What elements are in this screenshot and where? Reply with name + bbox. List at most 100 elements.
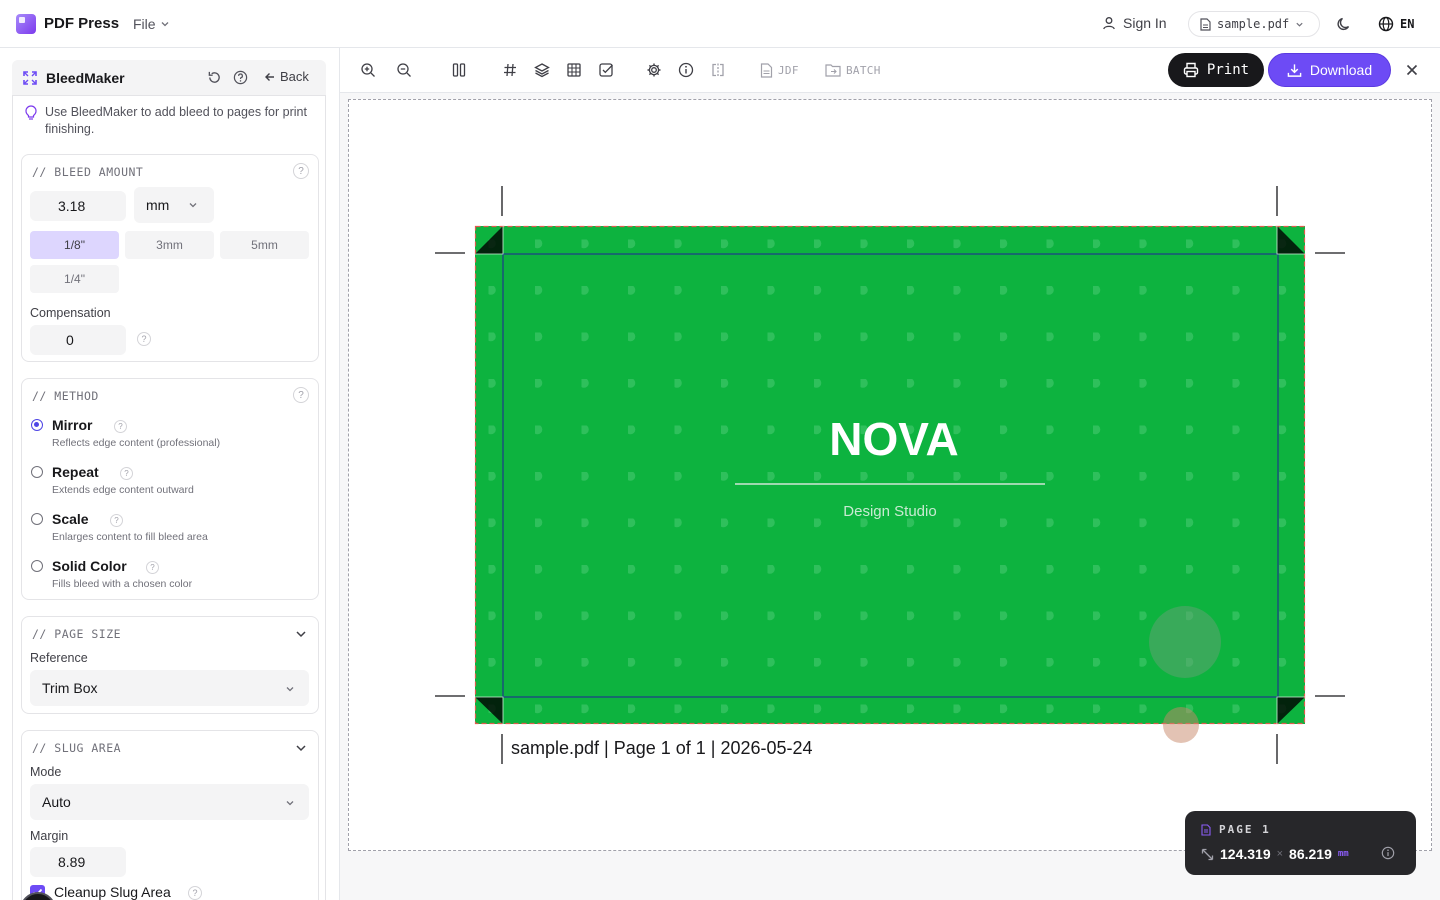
bleed-amount-input[interactable]: 3.18 [30,191,126,221]
help-icon[interactable]: ? [293,163,309,179]
print-label: Print [1206,62,1250,78]
reference-label: Reference [30,651,88,665]
app-logo-icon [16,14,36,34]
method-option-solid-color[interactable]: Solid Color ? Fills bleed with a chosen … [30,558,310,598]
preset-eighth-inch[interactable]: 1/8" [30,231,119,259]
checkbox-icon[interactable] [598,62,614,78]
back-label: Back [280,69,309,84]
compensation-label: Compensation [30,306,111,320]
folder-export-icon [825,64,841,77]
close-icon[interactable] [1404,62,1420,78]
method-desc: Reflects edge content (professional) [52,437,221,449]
tool-header: BleedMaker Back [12,60,326,96]
app-name: PDF Press [44,15,120,32]
preview-canvas: NOVA Design Studio sample.pdf | Page 1 o… [340,93,1440,900]
margin-input[interactable]: 8.89 [30,847,126,877]
reference-value: Trim Box [42,680,98,696]
method-label: Scale [52,511,89,527]
reset-icon[interactable] [207,70,222,85]
hash-icon[interactable] [502,62,518,78]
download-label: Download [1309,62,1373,78]
preset-5mm[interactable]: 5mm [220,231,309,259]
tip: Use BleedMaker to add bleed to pages for… [25,104,315,138]
info-icon[interactable] [678,62,694,78]
grid-icon[interactable] [566,62,582,78]
zoom-in-icon[interactable] [360,62,376,78]
help-icon[interactable] [233,70,248,85]
zoom-out-icon[interactable] [396,62,412,78]
method-option-mirror[interactable]: Mirror ? Reflects edge content (professi… [30,417,310,457]
sidebar: BleedMaker Back Use BleedMaker to add bl… [0,48,340,900]
preset-label: 5mm [251,238,278,252]
radio-scale[interactable] [31,513,43,525]
chevron-down-icon [1296,22,1303,27]
bleed-amount-card: // BLEED AMOUNT ? 3.18 mm 1/8" 3mm 5mm 1… [21,154,319,362]
page-dimensions: 124.319 × 86.219 mm [1201,846,1349,862]
help-icon[interactable]: ? [293,387,309,403]
radio-repeat[interactable] [31,466,43,478]
preset-label: 3mm [156,238,183,252]
method-option-repeat[interactable]: Repeat ? Extends edge content outward [30,464,310,504]
page-unit: mm [1337,849,1349,859]
method-desc: Enlarges content to fill bleed area [52,531,208,543]
print-button[interactable]: Print [1168,53,1264,87]
compensation-value: 0 [66,332,74,348]
help-icon[interactable]: ? [114,420,127,433]
slug-area-card: // SLUG AREA Mode Auto Margin 8.89 Clean… [21,730,319,900]
method-option-scale[interactable]: Scale ? Enlarges content to fill bleed a… [30,511,310,551]
reference-select[interactable]: Trim Box [30,670,309,706]
bleed-unit-value: mm [146,197,170,213]
method-card: // METHOD ? Mirror ? Reflects edge conte… [21,378,319,600]
language-label: EN [1400,17,1415,31]
cleanup-slug-checkbox-row[interactable]: Cleanup Slug Area ? [30,883,310,900]
back-button[interactable]: Back [264,69,309,84]
bleed-amount-title: // BLEED AMOUNT [32,165,144,179]
language-selector[interactable]: EN [1378,16,1414,32]
mode-select[interactable]: Auto [30,784,309,820]
file-selector-label: sample.pdf [1217,17,1290,31]
file-icon [1200,17,1211,31]
moon-icon[interactable] [1336,16,1352,32]
top-bar: PDF Press File Sign In sample.pdf EN [0,0,1440,48]
layers-icon[interactable] [534,62,550,78]
brand-tagline: Design Studio [843,503,936,520]
compare-icon[interactable] [710,62,726,78]
download-icon [1287,63,1302,77]
batch-button[interactable]: BATCH [825,63,881,77]
help-icon[interactable]: ? [120,467,133,480]
jdf-button[interactable]: JDF [760,63,799,78]
columns-icon[interactable] [451,62,467,78]
cleanup-label: Cleanup Slug Area [54,884,171,900]
chevron-down-icon[interactable] [295,742,307,754]
chevron-down-icon [286,801,294,806]
help-icon[interactable]: ? [188,886,202,900]
bleed-unit-select[interactable]: mm [134,187,214,223]
help-icon[interactable]: ? [110,514,123,527]
chevron-down-icon[interactable] [295,628,307,640]
info-icon[interactable] [1381,846,1395,860]
page-info-label: PAGE 1 [1201,823,1271,836]
margin-label: Margin [30,829,69,843]
help-icon[interactable]: ? [137,332,151,346]
method-label: Mirror [52,417,93,433]
method-label: Solid Color [52,558,127,574]
globe-icon [1378,16,1394,32]
sign-in-button[interactable]: Sign In [1102,15,1167,31]
file-selector[interactable]: sample.pdf [1188,11,1320,37]
radio-mirror[interactable] [31,419,43,431]
help-icon[interactable]: ? [146,561,159,574]
download-button[interactable]: Download [1268,53,1391,87]
gear-icon[interactable] [646,62,662,78]
printer-icon [1183,62,1199,78]
method-desc: Extends edge content outward [52,484,194,496]
preset-quarter-inch[interactable]: 1/4" [30,265,119,293]
page-size-card: // PAGE SIZE Reference Trim Box [21,616,319,714]
preset-3mm[interactable]: 3mm [125,231,214,259]
compensation-input[interactable]: 0 [30,325,126,355]
tool-title: BleedMaker [46,70,125,86]
tool-panel: Use BleedMaker to add bleed to pages for… [12,96,326,900]
radio-solid-color[interactable] [31,560,43,572]
batch-label: BATCH [846,63,881,77]
preview-sheet: NOVA Design Studio sample.pdf | Page 1 o… [348,99,1432,851]
file-menu[interactable]: File [133,16,170,32]
